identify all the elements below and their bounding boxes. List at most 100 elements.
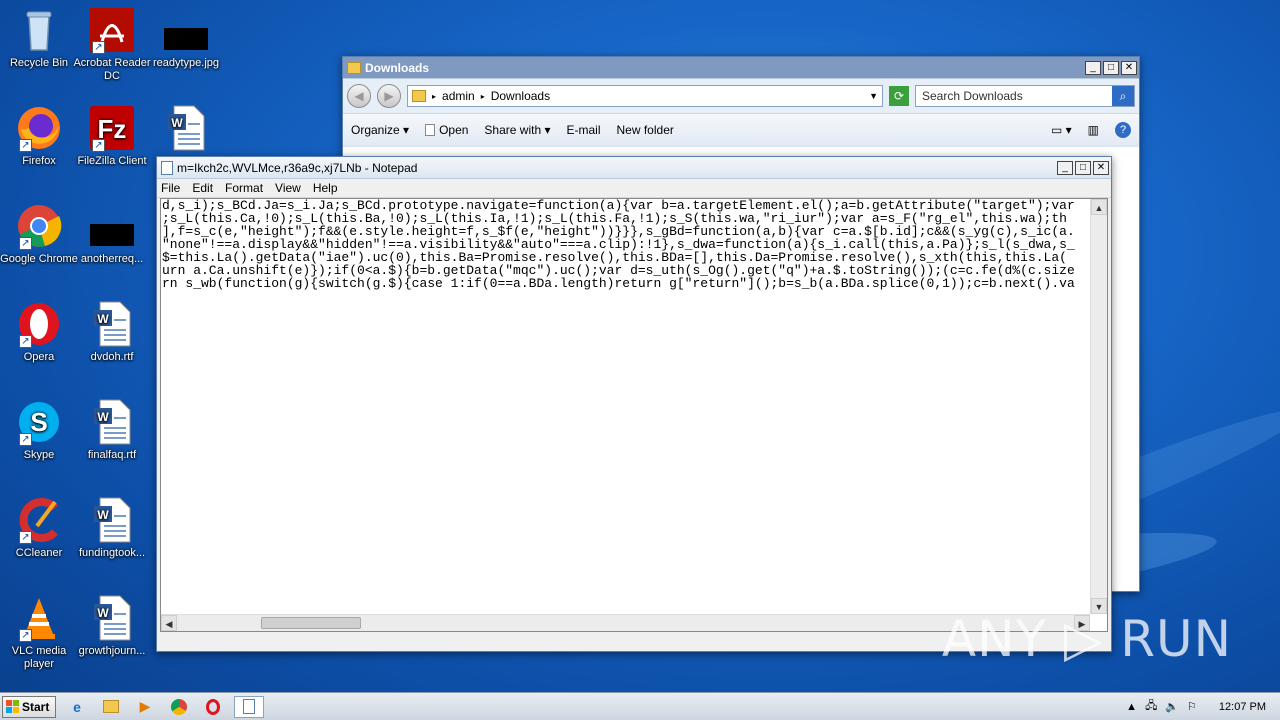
internet-explorer-icon[interactable]: e	[64, 696, 90, 718]
start-button[interactable]: Start	[2, 695, 56, 718]
svg-text:W: W	[97, 508, 109, 522]
desktop-icon-finalfaq[interactable]: W finalfaq.rtf	[73, 398, 151, 462]
search-placeholder: Search Downloads	[922, 89, 1023, 103]
desktop-icon-label: VLC media player	[11, 645, 67, 670]
search-icon[interactable]: ⌕	[1112, 86, 1134, 106]
desktop-icon-filezilla[interactable]: Fz ↗ FileZilla Client	[73, 104, 151, 168]
scroll-up-icon[interactable]: ▲	[1091, 199, 1107, 215]
ccleaner-icon: ↗	[15, 496, 63, 544]
maximize-button[interactable]: □	[1075, 160, 1091, 175]
breadcrumb-downloads[interactable]: Downloads	[491, 89, 550, 103]
share-with-button[interactable]: Share with ▾	[484, 123, 550, 137]
notepad-titlebar[interactable]: m=Ikch2c,WVLMce,r36a9c,xj7LNb - Notepad …	[157, 157, 1111, 179]
vertical-scrollbar[interactable]: ▲ ▼	[1090, 199, 1107, 614]
editor-line: rn s_wb(function(g){switch(g.$){case 1:i…	[162, 276, 1075, 291]
start-label: Start	[22, 699, 50, 714]
back-button[interactable]: ◀	[347, 84, 371, 108]
desktop-icon-acrobat[interactable]: ↗ Acrobat Reader DC	[73, 6, 151, 83]
desktop-icon-firefox[interactable]: ↗ Firefox	[0, 104, 78, 168]
recycle-bin-icon	[15, 6, 63, 54]
desktop-icon-label: FileZilla Client	[77, 155, 147, 167]
folder-icon	[347, 61, 361, 74]
minimize-button[interactable]: _	[1085, 60, 1101, 75]
minimize-button[interactable]: _	[1057, 160, 1073, 175]
media-player-icon[interactable]: ▶	[132, 696, 158, 718]
menu-file[interactable]: File	[161, 181, 180, 195]
menu-format[interactable]: Format	[225, 181, 263, 195]
scroll-left-icon[interactable]: ◀	[161, 615, 177, 631]
word-document-icon: W	[88, 300, 136, 348]
address-bar[interactable]: ▸ admin ▸ Downloads ▼	[407, 85, 883, 107]
explorer-titlebar[interactable]: Downloads _ □ ✕	[343, 57, 1139, 79]
menu-view[interactable]: View	[275, 181, 301, 195]
svg-text:W: W	[97, 606, 109, 620]
word-document-icon: W	[162, 104, 210, 152]
clock[interactable]: 12:07 PM	[1219, 701, 1266, 713]
close-button[interactable]: ✕	[1121, 60, 1137, 75]
shortcut-arrow-icon: ↗	[19, 433, 32, 446]
menu-bar: File Edit Format View Help	[157, 179, 1111, 198]
svg-text:W: W	[171, 116, 183, 130]
menu-edit[interactable]: Edit	[192, 181, 213, 195]
document-icon	[425, 123, 436, 136]
chrome-icon: ↗	[15, 202, 63, 250]
image-file-icon	[88, 202, 136, 250]
vlc-icon: ↗	[15, 594, 63, 642]
svg-text:W: W	[97, 410, 109, 424]
scrollbar-thumb[interactable]	[261, 617, 361, 629]
text-editor[interactable]: d,s_i);s_BCd.Ja=s_i.Ja;s_BCd.prototype.n…	[160, 198, 1108, 632]
search-input[interactable]: Search Downloads ⌕	[915, 85, 1135, 107]
desktop-icon-anotherreq[interactable]: anotherreq...	[73, 202, 151, 266]
forward-button[interactable]: ▶	[377, 84, 401, 108]
notepad-taskbar-icon[interactable]	[234, 695, 264, 718]
notepad-window: m=Ikch2c,WVLMce,r36a9c,xj7LNb - Notepad …	[156, 156, 1112, 652]
desktop-icon-chrome[interactable]: ↗ Google Chrome	[0, 202, 78, 266]
acrobat-icon: ↗	[88, 6, 136, 54]
notepad-icon	[161, 160, 173, 175]
desktop-icon-label: readytype.jpg	[152, 57, 220, 69]
show-hidden-icons-icon[interactable]: ▲	[1126, 701, 1137, 713]
desktop-icon-dvdoh[interactable]: W dvdoh.rtf	[73, 300, 151, 364]
desktop-icon-ccleaner[interactable]: ↗ CCleaner	[0, 496, 78, 560]
refresh-button[interactable]: ⟳	[889, 86, 909, 106]
desktop-icon-word-doc[interactable]: W	[147, 104, 225, 155]
desktop-icon-label: finalfaq.rtf	[87, 449, 137, 461]
new-folder-button[interactable]: New folder	[617, 123, 674, 137]
desktop-icon-vlc[interactable]: ↗ VLC media player	[0, 594, 78, 671]
desktop-icon-recycle-bin[interactable]: Recycle Bin	[0, 6, 78, 70]
file-explorer-icon[interactable]	[98, 696, 124, 718]
desktop-icon-label: Skype	[23, 449, 55, 461]
desktop-icon-opera[interactable]: ↗ Opera	[0, 300, 78, 364]
shortcut-arrow-icon: ↗	[92, 41, 105, 54]
maximize-button[interactable]: □	[1103, 60, 1119, 75]
menu-help[interactable]: Help	[313, 181, 338, 195]
window-title: m=Ikch2c,WVLMce,r36a9c,xj7LNb - Notepad	[177, 160, 418, 175]
chevron-down-icon[interactable]: ▼	[869, 91, 878, 101]
network-icon[interactable]: 🖧	[1145, 697, 1157, 716]
desktop-icon-label: growthjourn...	[78, 645, 146, 657]
help-icon[interactable]: ?	[1115, 121, 1131, 138]
preview-pane-icon[interactable]: ▥	[1088, 123, 1099, 137]
close-button[interactable]: ✕	[1093, 160, 1109, 175]
chrome-taskbar-icon[interactable]	[166, 696, 192, 718]
desktop-icon-skype[interactable]: S ↗ Skype	[0, 398, 78, 462]
shortcut-arrow-icon: ↗	[19, 335, 32, 348]
desktop-icon-readytype[interactable]: readytype.jpg	[147, 6, 225, 70]
word-document-icon: W	[88, 496, 136, 544]
desktop-icon-fundingtook[interactable]: W fundingtook...	[73, 496, 151, 560]
shortcut-arrow-icon: ↗	[19, 139, 32, 152]
desktop-icon-label: Google Chrome	[0, 253, 78, 265]
desktop-icon-label: Opera	[23, 351, 55, 363]
breadcrumb-admin[interactable]: admin	[442, 89, 475, 103]
action-center-flag-icon[interactable]: ⚐	[1187, 700, 1197, 713]
opera-taskbar-icon[interactable]	[200, 696, 226, 718]
organize-button[interactable]: Organize ▾	[351, 123, 409, 137]
email-button[interactable]: E-mail	[566, 123, 600, 137]
desktop-icon-growthjourn[interactable]: W growthjourn...	[73, 594, 151, 658]
volume-icon[interactable]: 🔈	[1165, 700, 1179, 713]
open-button[interactable]: Open	[425, 123, 468, 137]
shortcut-arrow-icon: ↗	[19, 629, 32, 642]
views-icon[interactable]: ▭ ▾	[1051, 123, 1072, 137]
desktop-icon-label: dvdoh.rtf	[90, 351, 134, 363]
desktop-icon-label: fundingtook...	[78, 547, 146, 559]
